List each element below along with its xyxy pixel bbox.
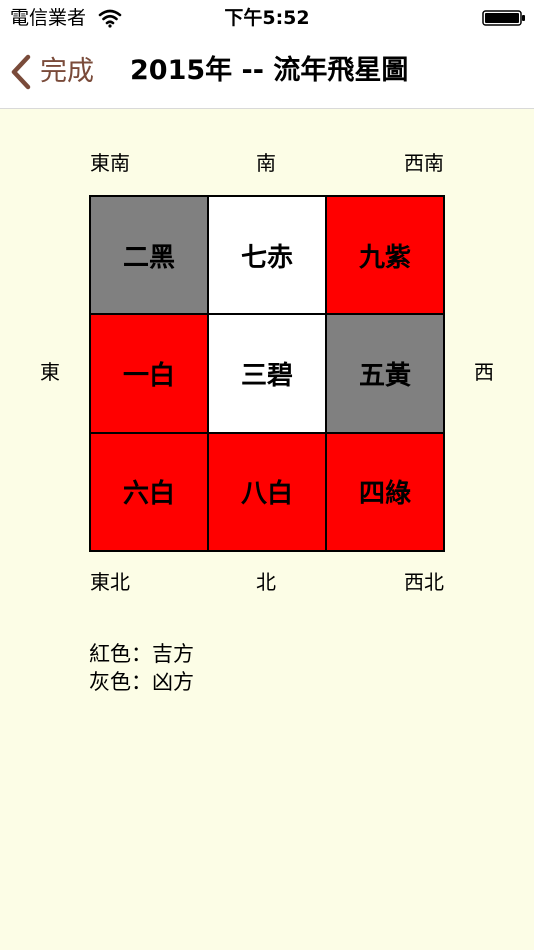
- grid-cell-southwest: 九紫: [326, 196, 444, 315]
- direction-east: 東: [40, 360, 60, 384]
- navigation-bar: 完成 2015年 -- 流年飛星圖: [0, 36, 534, 109]
- grid-cell-northeast: 六白: [90, 432, 208, 551]
- grid-cell-northwest: 四綠: [326, 432, 444, 551]
- direction-southeast: 東南: [90, 151, 130, 175]
- flying-star-content: 東南 南 西南 東 西 東北 北 西北 二黑 七赤 九紫 一白 三碧 五黃 六白…: [0, 109, 534, 950]
- status-bar: 電信業者 下午5:52: [0, 0, 534, 36]
- direction-south: 南: [256, 151, 276, 175]
- grid-cell-north: 八白: [208, 432, 326, 551]
- grid-cell-center: 三碧: [208, 314, 326, 433]
- status-time: 下午5:52: [224, 7, 310, 29]
- battery-icon: [482, 10, 525, 26]
- legend-red: 紅色：吉方: [89, 642, 194, 666]
- app-screen: 電信業者 下午5:52 完成 2015年 -- 流年飛星圖 東南 南 西南 東 …: [0, 0, 534, 950]
- grid-cell-east: 一白: [90, 314, 208, 433]
- chevron-left-icon: [11, 54, 31, 90]
- direction-southwest: 西南: [404, 151, 444, 175]
- grid-cell-southeast: 二黑: [90, 196, 208, 315]
- back-label: 完成: [40, 56, 94, 87]
- legend-gray: 灰色：凶方: [89, 670, 194, 694]
- grid-cell-south: 七赤: [208, 196, 326, 315]
- direction-north: 北: [256, 570, 276, 594]
- color-legend: 紅色：吉方 灰色：凶方: [89, 640, 194, 696]
- direction-northeast: 東北: [90, 570, 130, 594]
- grid-cell-west: 五黃: [326, 314, 444, 433]
- back-button[interactable]: 完成: [8, 52, 94, 92]
- page-title: 2015年 -- 流年飛星圖: [130, 55, 409, 86]
- flying-star-grid: 二黑 七赤 九紫 一白 三碧 五黃 六白 八白 四綠: [89, 195, 445, 552]
- direction-west: 西: [474, 360, 494, 384]
- direction-northwest: 西北: [404, 570, 444, 594]
